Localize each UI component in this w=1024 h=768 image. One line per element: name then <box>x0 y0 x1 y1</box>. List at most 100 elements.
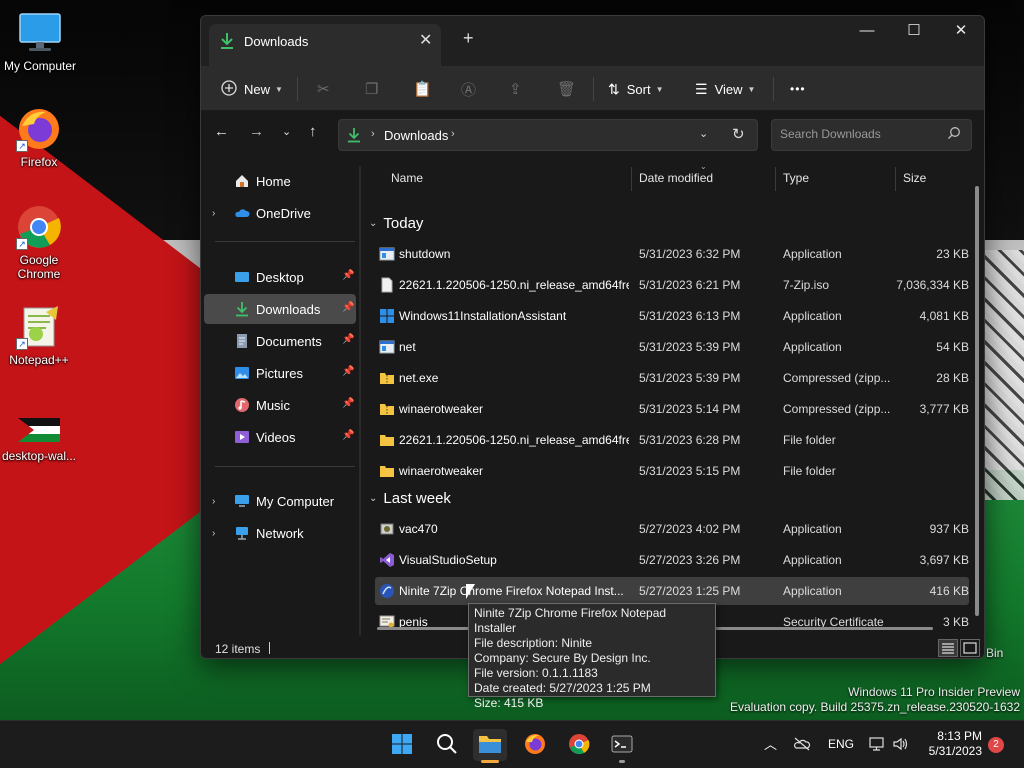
column-header-type[interactable]: Type <box>783 171 809 185</box>
search-button[interactable] <box>430 729 464 761</box>
expand-chevron-icon[interactable]: › <box>212 528 215 539</box>
breadcrumb-downloads[interactable]: Downloads <box>384 128 448 143</box>
cut-icon[interactable]: ✂ <box>317 74 330 104</box>
file-explorer-taskbar-button[interactable] <box>473 729 507 763</box>
language-indicator[interactable]: ENG <box>828 737 854 751</box>
pin-icon[interactable]: 📌 <box>342 270 354 281</box>
desktop-icon-google-chrome[interactable]: ↗ Google Chrome <box>0 204 79 281</box>
onedrive-offline-icon[interactable] <box>793 737 811 754</box>
nav-item-home[interactable]: Home <box>204 166 356 196</box>
search-icon[interactable] <box>947 126 961 143</box>
column-header-size[interactable]: Size <box>903 171 926 185</box>
file-row[interactable]: VisualStudioSetup 5/27/2023 3:26 PM Appl… <box>375 546 969 574</box>
expand-chevron-icon[interactable]: › <box>212 208 215 219</box>
home-icon <box>234 173 250 189</box>
file-row[interactable]: winaerotweaker 5/31/2023 5:14 PM Compres… <box>375 395 969 423</box>
file-row[interactable]: Windows11InstallationAssistant 5/31/2023… <box>375 302 969 330</box>
expand-chevron-icon[interactable]: › <box>212 496 215 507</box>
recycle-bin-label[interactable]: Bin <box>986 646 1003 660</box>
notification-badge[interactable]: 2 <box>988 737 1004 753</box>
chrome-taskbar-button[interactable] <box>562 729 596 761</box>
address-bar[interactable]: › Downloads › ⌄ ↻ <box>338 119 758 151</box>
nav-item-documents[interactable]: Documents 📌 <box>204 326 356 356</box>
pin-icon[interactable]: 📌 <box>342 302 354 313</box>
details-view-icon[interactable] <box>938 639 958 657</box>
nav-item-pictures[interactable]: Pictures 📌 <box>204 358 356 388</box>
status-divider <box>269 642 270 654</box>
delete-icon[interactable]: 🗑 <box>557 74 576 104</box>
close-window-button[interactable]: ✕ <box>938 22 984 52</box>
forward-arrow-icon[interactable]: → <box>249 123 264 140</box>
file-row[interactable]: winaerotweaker 5/31/2023 5:15 PM File fo… <box>375 457 969 485</box>
address-dropdown-chevron-icon[interactable]: ⌄ <box>699 127 708 140</box>
file-row[interactable]: 22621.1.220506-1250.ni_release_amd64fre.… <box>375 426 969 454</box>
nav-divider <box>215 466 355 467</box>
pin-icon[interactable]: 📌 <box>342 334 354 345</box>
start-button[interactable] <box>385 729 419 761</box>
pin-icon[interactable]: 📌 <box>342 398 354 409</box>
view-button[interactable]: ☰ View ▼ <box>695 74 755 104</box>
desktop-icon-notepad-plus-plus[interactable]: ↗ Notepad++ <box>0 304 79 367</box>
new-button[interactable]: New ▼ <box>221 74 283 104</box>
shortcut-arrow-icon: ↗ <box>16 140 28 152</box>
copy-icon[interactable]: ❐ <box>365 74 378 104</box>
share-icon[interactable]: ⇪ <box>509 74 522 104</box>
column-header-date-modified[interactable]: Date modified <box>639 171 713 185</box>
folder-icon <box>478 733 502 758</box>
vertical-scrollbar[interactable] <box>975 186 979 616</box>
rename-icon[interactable]: Ⓐ <box>461 74 476 104</box>
desktop-icon-firefox[interactable]: ↗ Firefox <box>0 106 79 169</box>
firefox-taskbar-button[interactable] <box>518 729 552 761</box>
tab-downloads[interactable]: Downloads ✕ <box>209 24 441 66</box>
recent-locations-chevron-icon[interactable]: ⌄ <box>282 125 291 138</box>
watermark-line: Windows 11 Pro Insider Preview <box>848 685 1020 699</box>
paste-icon[interactable]: 📋 <box>413 74 432 104</box>
breadcrumb-chevron-icon[interactable]: › <box>451 128 455 140</box>
file-row[interactable]: 22621.1.220506-1250.ni_release_amd64fre.… <box>375 271 969 299</box>
new-tab-button[interactable]: + <box>463 28 474 49</box>
network-status-icon[interactable] <box>869 737 887 754</box>
column-divider[interactable] <box>775 167 776 191</box>
see-more-button[interactable]: ••• <box>790 74 806 104</box>
volume-icon[interactable] <box>893 737 909 754</box>
desktop-icon-my-computer[interactable]: My Computer <box>0 10 80 73</box>
terminal-taskbar-button[interactable] <box>605 729 639 763</box>
system-clock[interactable]: 8:13 PM 5/31/2023 <box>925 729 982 759</box>
group-header-last-week[interactable]: ⌄ Last week <box>369 490 451 507</box>
maximize-button[interactable]: ☐ <box>891 22 937 52</box>
search-input[interactable] <box>780 127 940 141</box>
pin-icon[interactable]: 📌 <box>342 430 354 441</box>
column-divider[interactable] <box>631 167 632 191</box>
file-row[interactable]: Ninite 7Zip Chrome Firefox Notepad Inst.… <box>375 577 969 605</box>
sort-button[interactable]: ⇅ Sort ▼ <box>608 74 664 104</box>
nav-item-my-computer[interactable]: › My Computer <box>204 486 356 516</box>
minimize-button[interactable]: — <box>844 22 890 52</box>
pin-icon[interactable]: 📌 <box>342 366 354 377</box>
file-row[interactable]: shutdown 5/31/2023 6:32 PM Application 2… <box>375 240 969 268</box>
show-hidden-icons-chevron-icon[interactable]: ︿ <box>764 734 777 753</box>
title-bar[interactable]: Downloads ✕ + — ☐ ✕ <box>201 16 984 66</box>
close-tab-icon[interactable]: ✕ <box>419 30 432 50</box>
file-row[interactable]: net 5/31/2023 5:39 PM Application 54 KB <box>375 333 969 361</box>
tiles-view-icon[interactable] <box>960 639 980 657</box>
column-divider[interactable] <box>895 167 896 191</box>
desktop-icon-wallpaper-file[interactable]: desktop-wal... <box>0 414 79 463</box>
up-arrow-icon[interactable]: ↑ <box>309 123 317 140</box>
nav-item-network[interactable]: › Network <box>204 518 356 548</box>
file-row[interactable]: vac470 5/27/2023 4:02 PM Application 937… <box>375 515 969 543</box>
pane-splitter[interactable] <box>359 166 361 636</box>
search-box[interactable] <box>771 119 972 151</box>
nav-item-desktop[interactable]: Desktop 📌 <box>204 262 356 292</box>
group-header-today[interactable]: ⌄ Today <box>369 215 423 232</box>
nav-item-downloads[interactable]: Downloads 📌 <box>204 294 356 324</box>
sort-arrows-icon: ⇅ <box>608 80 620 97</box>
installer-icon <box>379 521 395 537</box>
back-arrow-icon[interactable]: ← <box>214 123 229 140</box>
nav-item-videos[interactable]: Videos 📌 <box>204 422 356 452</box>
refresh-icon[interactable]: ↻ <box>732 125 745 143</box>
nav-item-onedrive[interactable]: › OneDrive <box>204 198 356 228</box>
breadcrumb-chevron-icon[interactable]: › <box>371 128 375 140</box>
column-header-name[interactable]: Name <box>391 171 423 185</box>
file-row[interactable]: net.exe 5/31/2023 5:39 PM Compressed (zi… <box>375 364 969 392</box>
nav-item-music[interactable]: Music 📌 <box>204 390 356 420</box>
